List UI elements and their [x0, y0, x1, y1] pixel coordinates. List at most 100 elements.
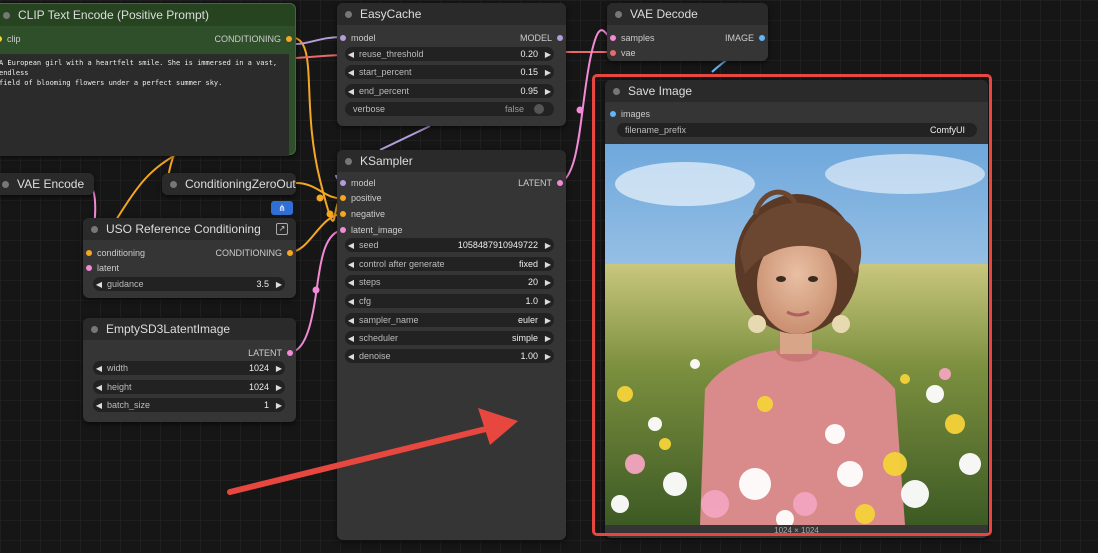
expand-icon[interactable]: ↗	[276, 223, 288, 235]
collapse-dot-icon[interactable]	[345, 10, 352, 18]
decrement-arrow-icon[interactable]: ◀	[345, 316, 357, 325]
input-vae[interactable]: vae	[610, 48, 636, 58]
widget-batch-size[interactable]: ◀ batch_size 1 ▶	[93, 398, 285, 412]
increment-arrow-icon[interactable]: ▶	[273, 383, 285, 392]
widget-scheduler[interactable]: ◀ scheduler simple ▶	[345, 331, 554, 345]
output-pin-icon[interactable]	[759, 35, 765, 41]
widget-end-percent[interactable]: ◀ end_percent 0.95 ▶	[345, 84, 554, 98]
node-conditioning-zero-out[interactable]: ConditioningZeroOut	[162, 173, 296, 195]
input-conditioning[interactable]: conditioning	[86, 248, 145, 258]
node-vae-decode[interactable]: VAE Decode samples vae IMAGE	[607, 3, 768, 61]
node-uso-reference-conditioning[interactable]: USO Reference Conditioning ↗ conditionin…	[83, 218, 296, 298]
increment-arrow-icon[interactable]: ▶	[542, 297, 554, 306]
node-ksampler[interactable]: KSampler model positive negative latent_…	[337, 150, 566, 540]
output-pin-icon[interactable]	[557, 35, 563, 41]
input-samples[interactable]: samples	[610, 33, 655, 43]
widget-reuse-threshold[interactable]: ◀ reuse_threshold 0.20 ▶	[345, 47, 554, 61]
increment-arrow-icon[interactable]: ▶	[542, 334, 554, 343]
collapse-dot-icon[interactable]	[3, 11, 10, 19]
increment-arrow-icon[interactable]: ▶	[542, 352, 554, 361]
node-header[interactable]: CLIP Text Encode (Positive Prompt)	[0, 4, 295, 26]
increment-arrow-icon[interactable]: ▶	[542, 68, 554, 77]
output-image[interactable]: IMAGE	[725, 33, 765, 43]
node-header[interactable]: EmptySD3LatentImage	[83, 318, 296, 340]
collapse-dot-icon[interactable]	[345, 157, 352, 165]
node-header[interactable]: VAE Decode	[607, 3, 768, 25]
output-model[interactable]: MODEL	[520, 33, 563, 43]
input-pin-icon[interactable]	[610, 50, 616, 56]
widget-steps[interactable]: ◀ steps 20 ▶	[345, 275, 554, 289]
input-latent[interactable]: latent	[86, 263, 119, 273]
input-pin-icon[interactable]	[86, 250, 92, 256]
collapse-dot-icon[interactable]	[615, 10, 622, 18]
decrement-arrow-icon[interactable]: ◀	[345, 278, 357, 287]
input-clip[interactable]: clip	[0, 34, 21, 44]
widget-cfg[interactable]: ◀ cfg 1.0 ▶	[345, 294, 554, 308]
output-conditioning[interactable]: CONDITIONING	[216, 248, 293, 258]
input-negative[interactable]: negative	[340, 209, 385, 219]
output-latent[interactable]: LATENT	[518, 178, 563, 188]
input-model[interactable]: model	[340, 178, 376, 188]
widget-start-percent[interactable]: ◀ start_percent 0.15 ▶	[345, 65, 554, 79]
decrement-arrow-icon[interactable]: ◀	[345, 241, 357, 250]
decrement-arrow-icon[interactable]: ◀	[93, 383, 105, 392]
increment-arrow-icon[interactable]: ▶	[273, 280, 285, 289]
input-pin-icon[interactable]	[0, 36, 2, 42]
node-header[interactable]: USO Reference Conditioning ↗	[83, 218, 296, 240]
widget-sampler-name[interactable]: ◀ sampler_name euler ▶	[345, 313, 554, 327]
increment-arrow-icon[interactable]: ▶	[542, 241, 554, 250]
increment-arrow-icon[interactable]: ▶	[542, 50, 554, 59]
decrement-arrow-icon[interactable]: ◀	[345, 68, 357, 77]
hierarchy-icon[interactable]: ⋔	[271, 201, 293, 215]
output-pin-icon[interactable]	[287, 350, 293, 356]
collapse-dot-icon[interactable]	[91, 225, 98, 233]
widget-height[interactable]: ◀ height 1024 ▶	[93, 380, 285, 394]
input-model[interactable]: model	[340, 33, 376, 43]
widget-guidance[interactable]: ◀ guidance 3.5 ▶	[93, 277, 285, 291]
input-pin-icon[interactable]	[340, 180, 346, 186]
input-positive[interactable]: positive	[340, 193, 382, 203]
node-header[interactable]: KSampler	[337, 150, 566, 172]
decrement-arrow-icon[interactable]: ◀	[345, 87, 357, 96]
increment-arrow-icon[interactable]: ▶	[542, 316, 554, 325]
input-pin-icon[interactable]	[610, 35, 616, 41]
widget-denoise[interactable]: ◀ denoise 1.00 ▶	[345, 349, 554, 363]
node-empty-sd3-latent-image[interactable]: EmptySD3LatentImage LATENT ◀ width 1024 …	[83, 318, 296, 422]
output-conditioning[interactable]: CONDITIONING	[215, 34, 292, 44]
increment-arrow-icon[interactable]: ▶	[542, 87, 554, 96]
widget-control-after-generate[interactable]: ◀ control after generate fixed ▶	[345, 257, 554, 271]
node-easycache[interactable]: EasyCache model MODEL ◀ reuse_threshold …	[337, 3, 566, 126]
output-pin-icon[interactable]	[286, 36, 292, 42]
decrement-arrow-icon[interactable]: ◀	[93, 364, 105, 373]
increment-arrow-icon[interactable]: ▶	[542, 260, 554, 269]
input-pin-icon[interactable]	[340, 227, 346, 233]
increment-arrow-icon[interactable]: ▶	[273, 401, 285, 410]
decrement-arrow-icon[interactable]: ◀	[345, 352, 357, 361]
decrement-arrow-icon[interactable]: ◀	[93, 280, 105, 289]
increment-arrow-icon[interactable]: ▶	[542, 278, 554, 287]
decrement-arrow-icon[interactable]: ◀	[345, 260, 357, 269]
node-clip-text-encode[interactable]: CLIP Text Encode (Positive Prompt) clip …	[0, 3, 296, 156]
increment-arrow-icon[interactable]: ▶	[273, 364, 285, 373]
output-pin-icon[interactable]	[557, 180, 563, 186]
collapse-dot-icon[interactable]	[2, 180, 9, 188]
collapse-dot-icon[interactable]	[170, 180, 177, 188]
input-latent-image[interactable]: latent_image	[340, 225, 403, 235]
output-pin-icon[interactable]	[287, 250, 293, 256]
widget-width[interactable]: ◀ width 1024 ▶	[93, 361, 285, 375]
decrement-arrow-icon[interactable]: ◀	[93, 401, 105, 410]
input-pin-icon[interactable]	[340, 35, 346, 41]
collapse-dot-icon[interactable]	[91, 325, 98, 333]
decrement-arrow-icon[interactable]: ◀	[345, 297, 357, 306]
input-pin-icon[interactable]	[86, 265, 92, 271]
widget-seed[interactable]: ◀ seed 1058487910949722 ▶	[345, 238, 554, 252]
widget-verbose-toggle[interactable]: verbose false	[345, 102, 554, 116]
node-vae-encode[interactable]: VAE Encode	[0, 173, 94, 195]
prompt-textarea[interactable]: A European girl with a heartfelt smile. …	[0, 54, 289, 156]
node-header[interactable]: VAE Encode	[0, 173, 94, 195]
node-header[interactable]: ConditioningZeroOut	[162, 173, 296, 195]
input-pin-icon[interactable]	[340, 195, 346, 201]
output-latent[interactable]: LATENT	[248, 348, 293, 358]
toggle-switch-icon[interactable]	[534, 104, 544, 114]
decrement-arrow-icon[interactable]: ◀	[345, 50, 357, 59]
